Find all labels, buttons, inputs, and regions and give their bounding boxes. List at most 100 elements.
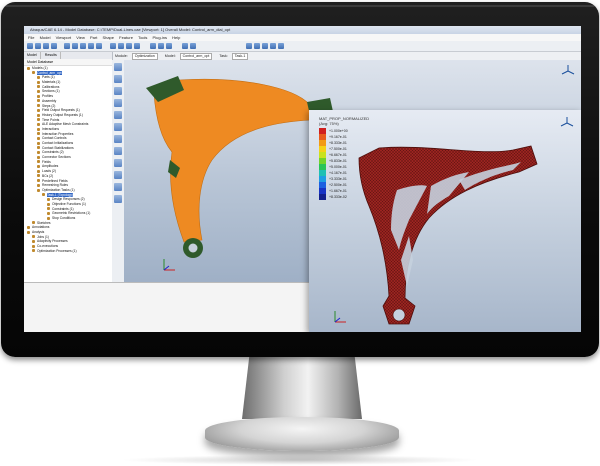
tree-node-icon xyxy=(37,174,40,178)
tree-item-label: Annotations xyxy=(32,225,50,230)
tree-item-label: Interaction Properties xyxy=(42,131,74,136)
tree-node-icon xyxy=(32,244,35,248)
tree-item-label: Calibrations xyxy=(42,84,60,89)
menu-view[interactable]: View xyxy=(76,35,85,40)
render-shaded-icon[interactable] xyxy=(166,43,172,49)
tree-item-label: History Output Requests (1) xyxy=(42,112,83,117)
tree-item-label: Sections (1) xyxy=(42,89,60,94)
add-icon[interactable] xyxy=(262,43,268,49)
tree-node-icon xyxy=(47,197,50,201)
tree-node-icon xyxy=(37,90,40,94)
geometric-restriction-icon[interactable] xyxy=(114,123,122,131)
tree-node-icon xyxy=(37,104,40,108)
tree-node-icon xyxy=(37,132,40,136)
new-file-icon[interactable] xyxy=(27,43,33,49)
tree-node-icon xyxy=(37,146,40,150)
query-icon[interactable] xyxy=(182,43,188,49)
constraint-icon[interactable] xyxy=(114,111,122,119)
tree-item-label: Interactions xyxy=(42,126,60,131)
render-wireframe-icon[interactable] xyxy=(150,43,156,49)
tree-item-label: ALE Adaptive Mesh Constraints xyxy=(42,122,89,127)
menu-tools[interactable]: Tools xyxy=(138,35,147,40)
tree-node-icon xyxy=(32,249,35,253)
tree-item-label: Parts (1) xyxy=(42,75,55,80)
tree-item-label: Materials (1) xyxy=(42,80,61,85)
tree-item-label: Fields xyxy=(42,159,51,164)
monitor-stand-base xyxy=(205,417,399,451)
menu-shape[interactable]: Shape xyxy=(102,35,114,40)
tree-item-label: Steps (2) xyxy=(42,103,56,108)
tree-node-icon xyxy=(37,136,40,140)
tree-node-icon xyxy=(32,221,35,225)
print-icon[interactable] xyxy=(51,43,57,49)
tree-item-label: Amplitudes xyxy=(42,164,59,169)
tree-node-icon xyxy=(37,151,40,154)
top-view-icon[interactable] xyxy=(126,43,132,49)
menu-part[interactable]: Part xyxy=(90,35,97,40)
tree-tabs: Model Results xyxy=(24,52,112,59)
tree-node-icon xyxy=(37,179,40,183)
tree-item-label: Co-executions xyxy=(37,244,59,249)
tree-node-icon xyxy=(27,230,30,234)
render-hidden-icon[interactable] xyxy=(158,43,164,49)
tree-item-label: Constraints (1) xyxy=(52,206,74,211)
rotate-icon[interactable] xyxy=(72,43,78,49)
side-view-icon[interactable] xyxy=(134,43,140,49)
front-view-icon[interactable] xyxy=(118,43,124,49)
objective-function-icon[interactable] xyxy=(114,99,122,107)
monitor-screen: Abaqus/CAE 6.14 - Model Database: C:\TEM… xyxy=(24,26,581,332)
ball-joint-hole xyxy=(188,243,198,253)
tree-node-icon xyxy=(47,216,50,220)
menu-feature[interactable]: Feature xyxy=(119,35,133,40)
partition-icon[interactable] xyxy=(114,159,122,167)
seed-icon[interactable] xyxy=(114,171,122,179)
tree-item[interactable]: Optimization Processes (1) xyxy=(24,249,112,254)
tree-item-label: Task-1 (Topology) xyxy=(47,192,74,197)
tree-item-label: Sketches xyxy=(37,220,51,225)
box-zoom-icon[interactable] xyxy=(88,43,94,49)
tree-node-icon xyxy=(37,160,40,164)
menu-model[interactable]: Model xyxy=(40,35,51,40)
tree-item-label: Assembly xyxy=(42,98,57,103)
tree-item-label: Profiles xyxy=(42,94,53,99)
mesh-icon[interactable] xyxy=(114,183,122,191)
tab-results[interactable]: Results xyxy=(42,52,61,59)
model-select[interactable]: Control_arm_opt xyxy=(179,53,213,60)
main-toolbar xyxy=(24,41,581,52)
task-manager-icon[interactable] xyxy=(114,75,122,83)
task-select[interactable]: Task-1 xyxy=(231,53,249,60)
tree-node-icon xyxy=(27,66,30,70)
pan-icon[interactable] xyxy=(64,43,70,49)
tree-node-icon xyxy=(47,202,50,206)
menu-plugins[interactable]: Plug-ins xyxy=(153,35,167,40)
display-group-icon[interactable] xyxy=(246,43,252,49)
remove-icon[interactable] xyxy=(270,43,276,49)
tree-item-label: Design Responses (2) xyxy=(52,197,85,202)
tree-item-label: Models (1) xyxy=(32,66,48,70)
verify-icon[interactable] xyxy=(114,195,122,203)
optimized-part xyxy=(358,145,538,325)
replace-icon[interactable] xyxy=(254,43,260,49)
module-select[interactable]: Optimization xyxy=(131,53,158,60)
fit-view-icon[interactable] xyxy=(96,43,102,49)
iso-view-icon[interactable] xyxy=(110,43,116,49)
tree-item-label: Geometric Restrictions (1) xyxy=(52,211,91,216)
stop-condition-icon[interactable] xyxy=(114,135,122,143)
optimized-arm-body xyxy=(358,145,538,325)
menu-help[interactable]: Help xyxy=(172,35,180,40)
save-icon[interactable] xyxy=(43,43,49,49)
datum-icon[interactable] xyxy=(114,147,122,155)
selection-icon[interactable] xyxy=(190,43,196,49)
color-code-icon[interactable] xyxy=(278,43,284,49)
menu-viewport[interactable]: Viewport xyxy=(56,35,72,40)
design-response-icon[interactable] xyxy=(114,87,122,95)
zoom-icon[interactable] xyxy=(80,43,86,49)
optimization-result-window: MAT_PROP_NORMALIZED (Avg: 75%) +1.000e+0… xyxy=(309,110,581,332)
tree-item-label: Contact Initializations xyxy=(42,141,74,145)
window-title: Abaqus/CAE 6.14 - Model Database: C:\TEM… xyxy=(24,26,581,34)
create-task-icon[interactable] xyxy=(114,63,122,71)
tab-model[interactable]: Model xyxy=(24,52,41,59)
tree-node-icon xyxy=(47,207,50,211)
menu-file[interactable]: File xyxy=(28,35,34,40)
open-file-icon[interactable] xyxy=(35,43,41,49)
